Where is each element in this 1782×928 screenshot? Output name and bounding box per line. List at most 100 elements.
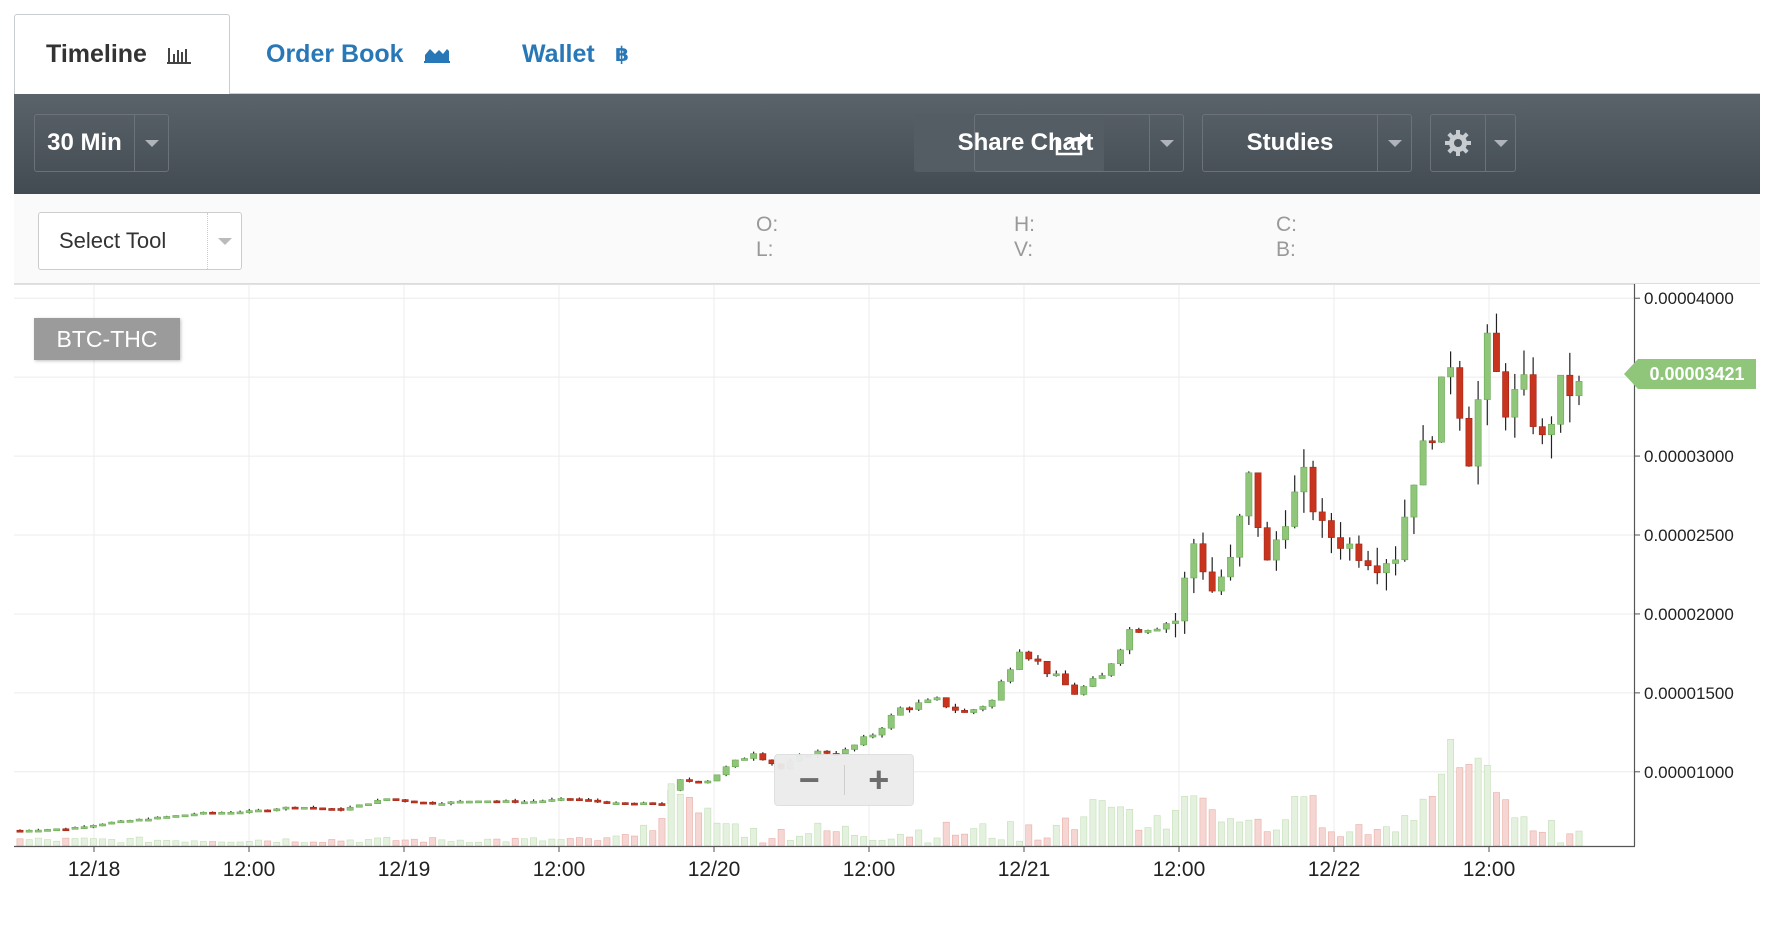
candle-down xyxy=(631,802,638,806)
volume-bar xyxy=(640,824,647,847)
volume-bar xyxy=(1355,824,1363,847)
candle-down xyxy=(209,811,216,815)
volume-bar xyxy=(1456,767,1464,847)
tab-timeline[interactable]: Timeline xyxy=(14,14,230,95)
candle-up xyxy=(346,806,354,811)
volume-bar xyxy=(869,839,877,847)
ohlc-high-label: H: xyxy=(1014,213,1035,236)
volume-bar xyxy=(236,841,244,847)
x-tick-label: 12:00 xyxy=(1153,858,1206,881)
volume-bar xyxy=(1272,829,1280,847)
volume-bar xyxy=(658,818,666,847)
candle-up xyxy=(704,780,712,784)
candle-down xyxy=(594,799,602,803)
volume-bar xyxy=(1327,831,1335,847)
volume-bar xyxy=(273,842,281,847)
zoom-controls: − + xyxy=(774,754,914,806)
candle-up xyxy=(1557,374,1565,425)
candle-down xyxy=(1337,537,1344,549)
candle-down xyxy=(759,753,767,761)
volume-bar xyxy=(420,841,427,847)
candle-up xyxy=(1080,686,1088,695)
candle-up xyxy=(860,736,868,746)
candle-up xyxy=(1300,466,1308,493)
volume-bar xyxy=(1502,799,1510,847)
volume-bar xyxy=(163,840,171,847)
candle-down xyxy=(1309,466,1317,513)
volume-bar xyxy=(1438,773,1445,847)
volume-bar xyxy=(704,807,712,847)
volume-bar xyxy=(71,838,79,847)
volume-bar xyxy=(539,840,547,847)
chart-type-dropdown[interactable]: Chart xyxy=(974,114,1184,172)
volume-bar xyxy=(511,837,519,847)
candlestick-chart[interactable]: 0.00004000 0.00003000 0.00002500 0.00002000… xyxy=(14,284,1760,904)
volume-bar xyxy=(777,829,785,847)
volume-bar xyxy=(172,840,180,847)
volume-bar xyxy=(502,841,510,847)
candle-up xyxy=(34,829,42,833)
candle-up xyxy=(126,820,134,823)
ohlc-volume-label: V: xyxy=(1014,238,1034,261)
volume-bar xyxy=(300,842,308,847)
x-tick-label: 12:00 xyxy=(533,858,586,881)
candle-up xyxy=(1181,577,1189,622)
candle-down xyxy=(1254,472,1262,528)
volume-bar xyxy=(887,838,895,847)
candle-up xyxy=(25,829,33,833)
candle-up xyxy=(1511,389,1519,418)
volume-bar xyxy=(44,839,51,847)
candle-up xyxy=(475,800,482,804)
volume-bar xyxy=(759,842,767,847)
volume-bar xyxy=(750,827,758,847)
tool-bar: Select Tool O: L: H: V: C: B: xyxy=(14,194,1760,284)
settings-dropdown[interactable] xyxy=(1430,114,1516,172)
interval-dropdown[interactable]: 30 Min xyxy=(34,114,169,172)
volume-bar xyxy=(200,841,207,847)
volume-bar xyxy=(1428,795,1436,847)
volume-bar xyxy=(355,842,363,847)
candle-up xyxy=(851,744,858,750)
volume-bar xyxy=(1483,764,1491,847)
candle-up xyxy=(731,759,739,768)
tab-order-book[interactable]: Order Book xyxy=(266,14,450,94)
candle-down xyxy=(566,798,574,801)
candle-down xyxy=(961,710,968,713)
candle-up xyxy=(99,823,106,827)
candle-up xyxy=(1548,424,1555,436)
volume-bar xyxy=(1107,806,1115,847)
studies-dropdown[interactable]: Studies xyxy=(1202,114,1412,172)
zoom-out-button[interactable]: − xyxy=(775,754,844,806)
candle-down xyxy=(1208,571,1216,592)
volume-bar xyxy=(1245,819,1253,847)
volume-bar xyxy=(80,837,88,847)
candle-down xyxy=(337,808,345,811)
candle-up xyxy=(484,800,492,804)
price-chart[interactable]: 0.00004000 0.00003000 0.00002500 0.00002000… xyxy=(14,284,1760,904)
candle-down xyxy=(695,780,703,784)
volume-bar xyxy=(878,840,886,847)
volume-bar xyxy=(557,839,565,847)
candle-up xyxy=(548,799,556,802)
volume-bar xyxy=(1135,829,1143,847)
volume-bar xyxy=(1309,795,1317,847)
studies-label: Studies xyxy=(1246,129,1334,156)
candle-up xyxy=(1383,563,1390,574)
tab-order-book-label: Order Book xyxy=(266,39,404,68)
select-tool-dropdown[interactable]: Select Tool xyxy=(38,212,242,270)
volume-bar xyxy=(475,841,482,847)
candle-up xyxy=(1410,484,1418,518)
tab-wallet[interactable]: Wallet ฿ xyxy=(522,14,631,94)
ohlc-close-label: C: xyxy=(1276,213,1297,236)
candle-up xyxy=(1217,576,1225,592)
x-tick-label: 12:00 xyxy=(1463,858,1516,881)
candle-up xyxy=(1117,649,1124,664)
candle-up xyxy=(1007,669,1014,682)
volume-bar xyxy=(1071,829,1079,847)
volume-bar xyxy=(851,834,858,847)
volume-bar xyxy=(1153,815,1161,847)
zoom-in-button[interactable]: + xyxy=(845,754,914,806)
volume-bar xyxy=(823,830,831,847)
candle-up xyxy=(53,828,61,832)
candle-down xyxy=(686,779,693,782)
